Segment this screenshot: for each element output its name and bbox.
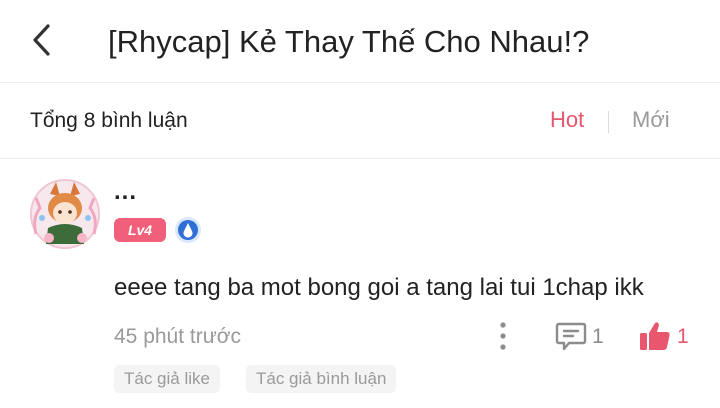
page-title: [Rhycap] Kẻ Thay Thế Cho Nhau!? bbox=[108, 24, 590, 59]
comments-toolbar: Tổng 8 bình luận Hot Mới bbox=[0, 83, 720, 159]
thumbs-up-icon bbox=[640, 322, 670, 350]
level-badge: Lv4 bbox=[114, 218, 166, 242]
author-like-tag[interactable]: Tác giả like bbox=[114, 365, 220, 393]
author-comment-tag[interactable]: Tác giả bình luận bbox=[246, 365, 397, 393]
avatar[interactable] bbox=[26, 178, 104, 250]
more-vertical-icon bbox=[500, 322, 506, 350]
like-count: 1 bbox=[677, 325, 689, 348]
like-button[interactable] bbox=[638, 320, 672, 352]
reply-button[interactable] bbox=[554, 320, 588, 352]
comment-timestamp: 45 phút trước bbox=[114, 325, 242, 348]
comment-text: eeee tang ba mot bong goi a tang lai tui… bbox=[114, 274, 644, 301]
header-bar: [Rhycap] Kẻ Thay Thế Cho Nhau!? bbox=[0, 0, 720, 83]
username[interactable]: ... bbox=[114, 178, 137, 206]
comment-icon bbox=[555, 322, 587, 351]
sort-new-tab[interactable]: Mới bbox=[632, 107, 670, 133]
comment-count: Tổng 8 bình luận bbox=[30, 109, 188, 132]
user-avatar-image bbox=[30, 179, 100, 249]
back-button[interactable] bbox=[24, 22, 60, 58]
reply-count: 1 bbox=[592, 325, 604, 348]
sort-divider bbox=[608, 111, 609, 133]
more-options-button[interactable] bbox=[494, 320, 512, 352]
chevron-left-icon bbox=[33, 24, 50, 56]
rank-badge-icon bbox=[174, 216, 202, 244]
sort-hot-tab[interactable]: Hot bbox=[550, 107, 584, 133]
